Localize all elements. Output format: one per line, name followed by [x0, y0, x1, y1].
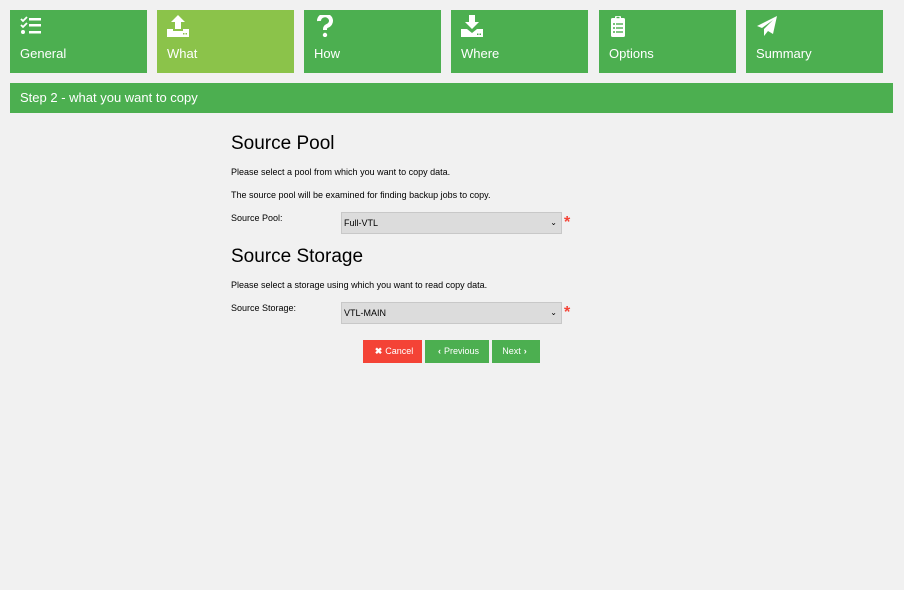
step-what[interactable]: What [157, 10, 294, 73]
source-storage-description: Please select a storage using which you … [231, 280, 488, 290]
step-label: General [20, 46, 67, 61]
step-how[interactable]: How [304, 10, 441, 73]
required-icon: * [564, 304, 571, 321]
step-label: Options [609, 46, 654, 61]
next-label: Next [502, 346, 521, 356]
source-storage-label: Source Storage: [231, 303, 297, 313]
chevron-right-icon: › [523, 346, 527, 356]
chevron-left-icon: ‹ [437, 346, 441, 356]
previous-label: Previous [443, 346, 479, 356]
wizard-steps: General What How Where Options Summary [10, 10, 893, 73]
source-pool-heading: Source Pool [231, 133, 335, 154]
next-button[interactable]: Next › [492, 340, 540, 363]
source-pool-value: Full-VTL [344, 218, 379, 228]
upload-icon [167, 15, 189, 37]
close-icon: ✖ [374, 346, 383, 356]
cancel-label: Cancel [385, 346, 414, 356]
source-pool-description: Please select a pool from which you want… [231, 167, 451, 177]
download-icon [461, 15, 483, 37]
question-icon [317, 15, 333, 37]
step-options[interactable]: Options [599, 10, 736, 73]
cancel-button[interactable]: ✖ Cancel [363, 340, 422, 363]
step-general[interactable]: General [10, 10, 147, 73]
previous-button[interactable]: ‹ Previous [425, 340, 489, 363]
source-storage-heading: Source Storage [231, 246, 364, 267]
step-label: Where [461, 46, 500, 61]
clipboard-list-icon [611, 16, 625, 37]
step-label: How [314, 46, 341, 61]
source-storage-select[interactable]: VTL-MAIN ⌄ [341, 302, 562, 324]
paper-plane-icon [757, 16, 777, 36]
source-storage-value: VTL-MAIN [344, 308, 387, 318]
step-label: What [167, 46, 198, 61]
tasks-icon [20, 16, 41, 34]
source-pool-select[interactable]: Full-VTL ⌄ [341, 212, 562, 234]
step-label: Summary [756, 46, 812, 61]
step-where[interactable]: Where [451, 10, 588, 73]
source-pool-note: The source pool will be examined for fin… [231, 190, 491, 200]
required-icon: * [564, 214, 571, 231]
chevron-down-icon: ⌄ [550, 218, 557, 227]
step-summary[interactable]: Summary [746, 10, 883, 73]
chevron-down-icon: ⌄ [550, 308, 557, 317]
source-pool-label: Source Pool: [231, 213, 283, 223]
current-step-title: Step 2 - what you want to copy [10, 83, 893, 113]
